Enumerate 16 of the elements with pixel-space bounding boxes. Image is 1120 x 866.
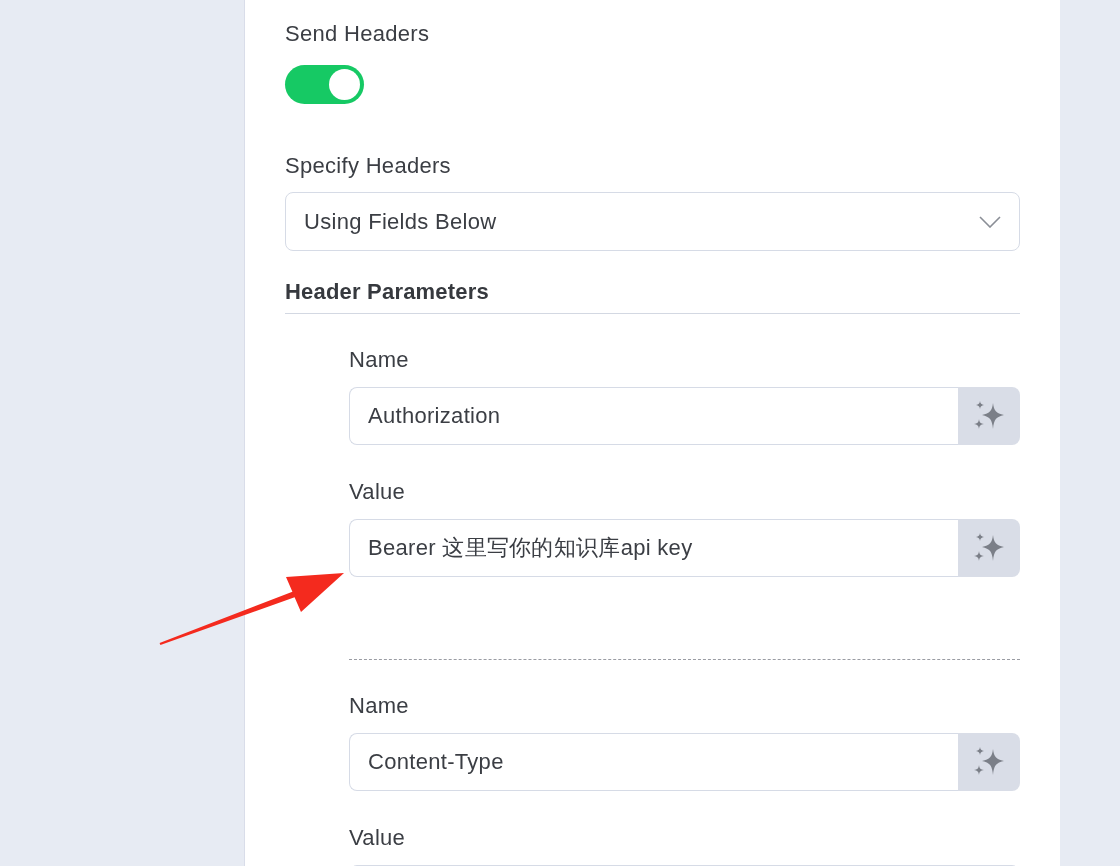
input-field[interactable]: Content-Type bbox=[349, 733, 958, 791]
sparkle-button[interactable] bbox=[958, 733, 1020, 791]
toggle-switch[interactable] bbox=[285, 65, 364, 104]
dropdown[interactable]: Using Fields Below bbox=[285, 192, 1020, 251]
sparkle-button[interactable] bbox=[958, 387, 1020, 445]
input-field[interactable]: Authorization bbox=[349, 387, 958, 445]
sparkle-button[interactable] bbox=[958, 519, 1020, 577]
chevron-down-icon bbox=[979, 215, 1001, 228]
input-field[interactable]: Bearer 这里写你的知识库api key bbox=[349, 519, 958, 577]
field-label: Send Headers bbox=[285, 20, 430, 48]
field-label: Value bbox=[349, 478, 406, 506]
field-label: Name bbox=[349, 692, 409, 720]
field-label: Name bbox=[349, 346, 409, 374]
field-label: Specify Headers bbox=[285, 152, 451, 180]
section-title: Header Parameters bbox=[285, 278, 489, 306]
field-label: Value bbox=[349, 824, 406, 852]
